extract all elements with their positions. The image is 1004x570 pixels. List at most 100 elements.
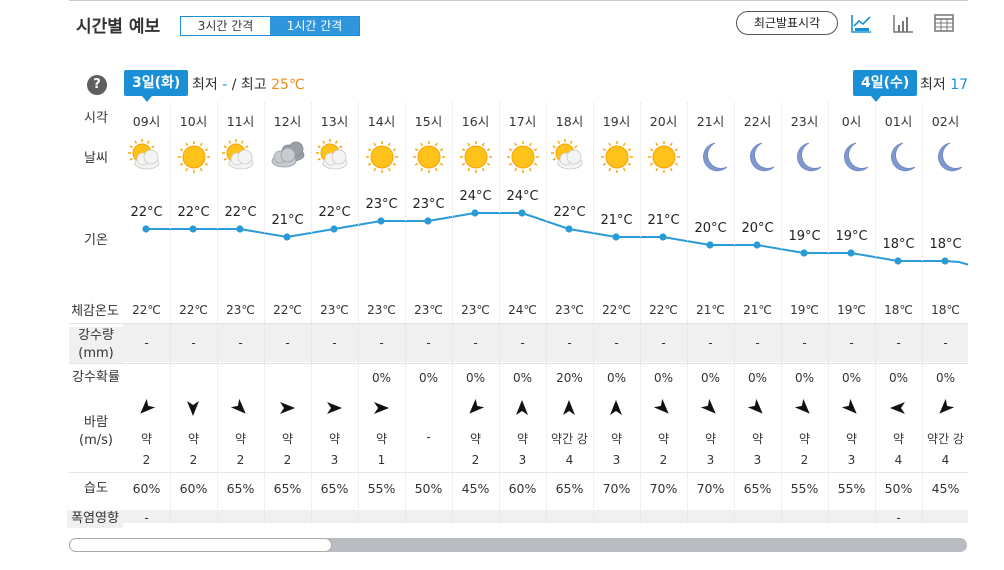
- hour-label: 11시: [226, 114, 255, 129]
- bar-chart-icon[interactable]: [892, 12, 914, 34]
- recent-announcement-button[interactable]: 최근발표시각: [736, 11, 838, 35]
- wind-direction-arrow-icon: [701, 399, 716, 414]
- temperature-value: 23°C: [412, 197, 445, 212]
- temperature-value: 22°C: [224, 205, 257, 220]
- hour-label: 10시: [179, 114, 208, 129]
- humidity-value: 65%: [743, 481, 772, 496]
- rain-amount: -: [426, 336, 431, 350]
- wind-speed: 2: [236, 453, 245, 467]
- rain-label-line1: 강수량: [78, 328, 114, 343]
- rain-amount: -: [614, 336, 619, 350]
- hour-label: 0시: [841, 114, 862, 129]
- humidity-value: 60%: [179, 481, 208, 496]
- feels-like-value: 23℃: [555, 303, 584, 317]
- rain-amount: -: [896, 336, 901, 350]
- min-label: 최저: [192, 77, 218, 93]
- wind-strength: 약간 강: [927, 432, 964, 446]
- wind-strength: 약: [610, 432, 623, 446]
- day2-min-max: 최저 17: [920, 74, 968, 94]
- row-label-wind: 바람 (m/s): [74, 414, 118, 450]
- scrollbar-thumb[interactable]: [69, 538, 332, 552]
- rain-amount: -: [238, 336, 243, 350]
- temperature-value: 24°C: [506, 189, 539, 204]
- date-badge-day1: 3일(화): [124, 70, 189, 102]
- rain-amount: -: [661, 336, 666, 350]
- rain-amount: -: [379, 336, 384, 350]
- row-label-time: 시각: [84, 111, 108, 126]
- feels-like-value: 19℃: [790, 303, 819, 317]
- feels-like-value: 22℃: [179, 303, 208, 317]
- rain-amount: -: [473, 336, 478, 350]
- temperature-value: 21°C: [271, 213, 304, 228]
- wind-speed: 4: [565, 453, 574, 467]
- rain-probability: 0%: [935, 371, 956, 385]
- wind-direction-arrow-icon: [469, 399, 484, 414]
- temperature-point: [283, 233, 291, 241]
- wind-direction-arrow-icon: [939, 399, 954, 414]
- humidity-value: 70%: [602, 481, 631, 496]
- wind-speed: 2: [471, 453, 480, 467]
- temperature-point: [189, 225, 197, 233]
- rain-probability: 0%: [371, 371, 392, 385]
- feels-like-value: 23℃: [367, 303, 396, 317]
- sunny-icon: [366, 141, 398, 173]
- moon-icon: [938, 142, 963, 172]
- temperature-value: 22°C: [130, 205, 163, 220]
- hour-label: 23시: [790, 114, 819, 129]
- humidity-value: 60%: [508, 481, 537, 496]
- feels-like-value: 19℃: [837, 303, 866, 317]
- row-label-weather: 날씨: [84, 151, 108, 166]
- help-icon[interactable]: ?: [87, 75, 107, 95]
- feels-like-value: 22℃: [649, 303, 678, 317]
- wind-strength: 약: [328, 432, 341, 446]
- wind-speed: 2: [283, 453, 292, 467]
- feels-like-value: 23℃: [226, 303, 255, 317]
- line-chart-icon[interactable]: [850, 12, 872, 34]
- tab-3-hour[interactable]: 3시간 간격: [181, 17, 270, 35]
- horizontal-scrollbar[interactable]: [69, 538, 967, 552]
- temperature-value: 18°C: [929, 237, 962, 252]
- wind-strength: 약: [375, 432, 388, 446]
- temperature-value: 21°C: [600, 213, 633, 228]
- rain-label-line2: (mm): [78, 346, 114, 361]
- temperature-value: 20°C: [741, 221, 774, 236]
- row-label-temp: 기온: [84, 233, 108, 248]
- max-label: 최고: [240, 77, 267, 93]
- temperature-value: 22°C: [553, 205, 586, 220]
- hour-label: 12시: [273, 114, 302, 129]
- moon-icon: [703, 142, 728, 172]
- table-icon[interactable]: [933, 12, 955, 34]
- partly-cloudy-icon: [316, 139, 348, 170]
- tab-1-hour[interactable]: 1시간 간격: [270, 17, 359, 35]
- separator: /: [231, 77, 237, 93]
- hour-label: 01시: [884, 114, 913, 129]
- wind-strength: 약: [657, 432, 670, 446]
- wind-strength: 약: [234, 432, 247, 446]
- humidity-value: 45%: [461, 481, 490, 496]
- wind-direction-arrow-icon: [748, 399, 763, 414]
- moon-icon: [891, 142, 916, 172]
- temperature-point: [706, 241, 714, 249]
- interval-tabs: 3시간 간격 1시간 간격: [180, 16, 360, 36]
- rain-probability: 20%: [556, 371, 583, 385]
- partly-cloudy-icon: [551, 139, 583, 170]
- wind-direction-arrow-icon: [795, 399, 810, 414]
- temperature-value: 18°C: [882, 237, 915, 252]
- wind-speed: 4: [941, 453, 950, 467]
- hour-label: 22시: [743, 114, 772, 129]
- wind-speed: 3: [706, 453, 715, 467]
- temperature-value: 21°C: [647, 213, 680, 228]
- wind-direction-arrow-icon: [890, 402, 905, 414]
- partly-cloudy-icon: [128, 139, 160, 170]
- hour-label: 20시: [649, 114, 678, 129]
- wind-strength: 약: [516, 432, 529, 446]
- min-label: 최저: [920, 77, 946, 93]
- date-badge-day2: 4일(수): [853, 70, 918, 102]
- humidity-value: 65%: [320, 481, 349, 496]
- wind-strength: 약: [845, 432, 858, 446]
- wind-strength: 약: [281, 432, 294, 446]
- wind-direction-arrow-icon: [563, 400, 575, 415]
- wind-direction-arrow-icon: [374, 402, 389, 414]
- top-border: [69, 0, 968, 1]
- sunny-icon: [178, 141, 210, 173]
